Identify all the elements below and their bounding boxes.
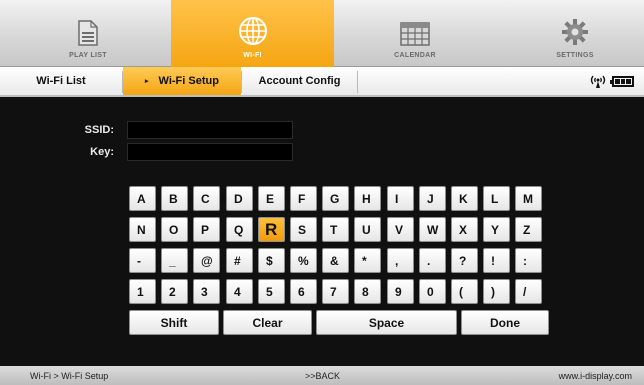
key-l[interactable]: L: [483, 186, 510, 211]
key-h[interactable]: H: [354, 186, 381, 211]
nav-tab-playlist[interactable]: PLAY LIST: [28, 0, 148, 67]
key-6[interactable]: 6: [290, 279, 317, 304]
tab-wifi-setup[interactable]: ▸ Wi-Fi Setup: [123, 67, 241, 95]
calendar-icon: [400, 22, 430, 46]
key-3[interactable]: 3: [193, 279, 220, 304]
key-a[interactable]: A: [129, 186, 156, 211]
globe-icon: [238, 17, 267, 45]
tab-label: Wi-Fi List: [36, 75, 86, 87]
status-indicators: [590, 74, 634, 88]
document-icon: [78, 20, 98, 46]
tab-label: Wi-Fi Setup: [158, 75, 219, 87]
key-q[interactable]: Q: [226, 217, 253, 242]
key-f[interactable]: F: [290, 186, 317, 211]
key-d[interactable]: D: [226, 186, 253, 211]
key-0[interactable]: 0: [419, 279, 446, 304]
key-1[interactable]: 1: [129, 279, 156, 304]
space-key[interactable]: Space: [316, 310, 457, 335]
main-navigation: PLAY LIST WI-FI CALENDAR SETTINGS: [0, 0, 644, 67]
footer-bar: Wi-Fi > Wi-Fi Setup >>BACK www.i-display…: [0, 366, 644, 385]
key-symbol[interactable]: $: [258, 248, 285, 273]
key-c[interactable]: C: [193, 186, 220, 211]
key-symbol[interactable]: ?: [451, 248, 478, 273]
tab-account-config[interactable]: Account Config: [242, 67, 357, 95]
key-m[interactable]: M: [515, 186, 542, 211]
back-link[interactable]: >>BACK: [305, 371, 340, 381]
tab-label: Account Config: [258, 75, 341, 87]
website-text: www.i-display.com: [558, 371, 632, 381]
key-field[interactable]: [127, 143, 293, 161]
nav-tab-wifi[interactable]: WI-FI: [171, 0, 334, 67]
key-n[interactable]: N: [129, 217, 156, 242]
sub-tab-bar: Wi-Fi List ▸ Wi-Fi Setup Account Config: [0, 67, 644, 97]
key-symbol[interactable]: ): [483, 279, 510, 304]
nav-tab-label: SETTINGS: [556, 52, 594, 59]
key-j[interactable]: J: [419, 186, 446, 211]
key-x[interactable]: X: [451, 217, 478, 242]
ssid-field[interactable]: [127, 121, 293, 139]
key-symbol[interactable]: &: [322, 248, 349, 273]
key-symbol[interactable]: #: [226, 248, 253, 273]
key-symbol[interactable]: _: [161, 248, 188, 273]
breadcrumb: Wi-Fi > Wi-Fi Setup: [30, 371, 109, 381]
shift-key[interactable]: Shift: [129, 310, 219, 335]
key-p[interactable]: P: [193, 217, 220, 242]
nav-tab-calendar[interactable]: CALENDAR: [350, 0, 480, 67]
nav-tab-label: WI-FI: [243, 52, 262, 59]
nav-tab-label: PLAY LIST: [69, 52, 107, 59]
nav-tab-label: CALENDAR: [394, 52, 436, 59]
key-t[interactable]: T: [322, 217, 349, 242]
key-e[interactable]: E: [258, 186, 285, 211]
key-2[interactable]: 2: [161, 279, 188, 304]
active-marker-icon: ▸: [145, 78, 149, 85]
nav-tab-settings[interactable]: SETTINGS: [515, 0, 635, 67]
key-symbol[interactable]: -: [129, 248, 156, 273]
key-i[interactable]: I: [387, 186, 414, 211]
key-5[interactable]: 5: [258, 279, 285, 304]
battery-icon: [610, 75, 634, 87]
key-label: Key:: [90, 146, 114, 158]
key-z[interactable]: Z: [515, 217, 542, 242]
key-w[interactable]: W: [419, 217, 446, 242]
key-4[interactable]: 4: [226, 279, 253, 304]
key-symbol[interactable]: !: [483, 248, 510, 273]
key-symbol[interactable]: @: [193, 248, 220, 273]
key-y[interactable]: Y: [483, 217, 510, 242]
key-u[interactable]: U: [354, 217, 381, 242]
clear-key[interactable]: Clear: [223, 310, 312, 335]
key-symbol[interactable]: *: [354, 248, 381, 273]
done-key[interactable]: Done: [461, 310, 549, 335]
key-b[interactable]: B: [161, 186, 188, 211]
key-o[interactable]: O: [161, 217, 188, 242]
tab-divider: [357, 71, 358, 93]
key-symbol[interactable]: :: [515, 248, 542, 273]
gear-icon: [562, 19, 588, 45]
key-k[interactable]: K: [451, 186, 478, 211]
key-symbol[interactable]: .: [419, 248, 446, 273]
key-s[interactable]: S: [290, 217, 317, 242]
key-g[interactable]: G: [322, 186, 349, 211]
wifi-signal-icon: [590, 75, 606, 88]
key-symbol[interactable]: (: [451, 279, 478, 304]
tab-wifi-list[interactable]: Wi-Fi List: [0, 67, 122, 95]
key-symbol[interactable]: /: [515, 279, 542, 304]
key-v[interactable]: V: [387, 217, 414, 242]
key-r[interactable]: R: [258, 217, 285, 242]
key-9[interactable]: 9: [387, 279, 414, 304]
key-symbol[interactable]: ,: [387, 248, 414, 273]
key-symbol[interactable]: %: [290, 248, 317, 273]
ssid-label: SSID:: [84, 124, 114, 136]
key-7[interactable]: 7: [322, 279, 349, 304]
key-8[interactable]: 8: [354, 279, 381, 304]
